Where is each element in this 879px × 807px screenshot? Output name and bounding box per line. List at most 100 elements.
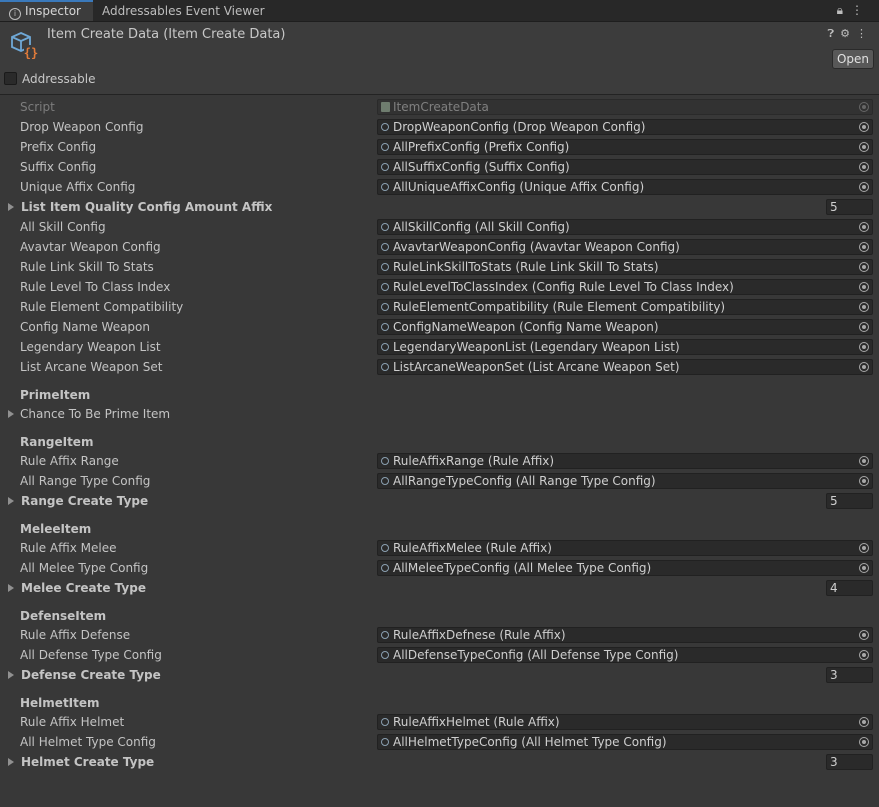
object-field-value: ConfigNameWeapon (Config Name Weapon) <box>393 320 659 334</box>
foldout-arrow-icon[interactable] <box>8 671 14 679</box>
object-field-value: RuleAffixRange (Rule Affix) <box>393 454 555 468</box>
list-size-field[interactable]: 5 <box>826 199 873 215</box>
help-icon[interactable]: ❓︎ <box>828 27 841 40</box>
addressable-label: Addressable <box>22 72 96 86</box>
script-file-icon <box>381 102 390 112</box>
object-field[interactable]: AllPrefixConfig (Prefix Config) <box>377 139 873 155</box>
object-picker-icon[interactable] <box>859 182 869 192</box>
preset-icon[interactable]: ⚙︎ <box>840 27 856 40</box>
section-header: DefenseItem <box>20 609 107 623</box>
property-row[interactable]: Helmet Create Type 3 <box>0 753 879 773</box>
property-row: All Defense Type Config AllDefenseTypeCon… <box>0 646 879 666</box>
tab-inspector[interactable]: i Inspector <box>0 0 93 21</box>
foldout-arrow-icon[interactable] <box>8 410 14 418</box>
object-picker-icon[interactable] <box>859 342 869 352</box>
object-picker-icon[interactable] <box>859 362 869 372</box>
object-field[interactable]: AllMeleeTypeConfig (All Melee Type Confi… <box>377 560 873 576</box>
object-picker-icon[interactable] <box>859 322 869 332</box>
lock-icon[interactable]: 🔒︎ <box>837 3 851 17</box>
object-picker-icon[interactable] <box>859 563 869 573</box>
object-picker-icon[interactable] <box>859 650 869 660</box>
foldout-arrow-icon[interactable] <box>8 758 14 766</box>
foldout-label: Chance To Be Prime Item <box>20 407 171 421</box>
property-row[interactable]: Defense Create Type 3 <box>0 666 879 686</box>
property-row[interactable]: Melee Create Type 4 <box>0 579 879 599</box>
object-field-value: RuleAffixDefnese (Rule Affix) <box>393 628 566 642</box>
object-field[interactable]: AllRangeTypeConfig (All Range Type Confi… <box>377 473 873 489</box>
object-field[interactable]: RuleElementCompatibility (Rule Element C… <box>377 299 873 315</box>
object-field[interactable]: LegendaryWeaponList (Legendary Weapon Li… <box>377 339 873 355</box>
addressable-checkbox[interactable] <box>4 72 17 85</box>
list-size-field[interactable]: 3 <box>826 667 873 683</box>
property-row: PrimeItem <box>0 386 879 406</box>
object-picker-icon[interactable] <box>859 630 869 640</box>
object-field[interactable]: ListArcaneWeaponSet (List Arcane Weapon … <box>377 359 873 375</box>
object-field-value: AllSuffixConfig (Suffix Config) <box>393 160 570 174</box>
object-picker-icon[interactable] <box>859 282 869 292</box>
list-size-field[interactable]: 3 <box>826 754 873 770</box>
object-field: ItemCreateData <box>377 99 873 115</box>
addressable-toggle[interactable]: Addressable <box>4 72 95 86</box>
object-field-value: AllUniqueAffixConfig (Unique Affix Confi… <box>393 180 645 194</box>
foldout-arrow-icon[interactable] <box>8 203 14 211</box>
context-menu-icon[interactable]: ⋮ <box>856 27 873 40</box>
foldout-arrow-icon[interactable] <box>8 497 14 505</box>
foldout-arrow-icon[interactable] <box>8 584 14 592</box>
object-field[interactable]: AllDefenseTypeConfig (All Defense Type C… <box>377 647 873 663</box>
scriptable-object-icon <box>381 738 389 746</box>
property-row[interactable]: Range Create Type 5 <box>0 492 879 512</box>
object-picker-icon[interactable] <box>859 122 869 132</box>
object-picker-icon[interactable] <box>859 222 869 232</box>
object-field[interactable]: RuleLevelToClassIndex (Config Rule Level… <box>377 279 873 295</box>
object-picker-icon[interactable] <box>859 242 869 252</box>
open-button[interactable]: Open <box>832 49 874 69</box>
object-field-value: RuleLinkSkillToStats (Rule Link Skill To… <box>393 260 659 274</box>
property-row[interactable]: List Item Quality Config Amount Affix 5 <box>0 198 879 218</box>
scriptable-object-icon: {} <box>11 32 38 60</box>
tab-addressables-label: Addressables Event Viewer <box>102 4 265 18</box>
list-foldout-label: Defense Create Type <box>21 668 161 682</box>
object-field[interactable]: RuleAffixDefnese (Rule Affix) <box>377 627 873 643</box>
object-field[interactable]: RuleAffixMelee (Rule Affix) <box>377 540 873 556</box>
object-field[interactable]: ConfigNameWeapon (Config Name Weapon) <box>377 319 873 335</box>
property-row: Config Name Weapon ConfigNameWeapon (Conf… <box>0 318 879 338</box>
object-picker-icon[interactable] <box>859 162 869 172</box>
object-field[interactable]: RuleAffixRange (Rule Affix) <box>377 453 873 469</box>
object-field-value: DropWeaponConfig (Drop Weapon Config) <box>393 120 646 134</box>
object-picker-icon[interactable] <box>859 456 869 466</box>
object-picker-icon[interactable] <box>859 476 869 486</box>
object-field[interactable]: AllUniqueAffixConfig (Unique Affix Confi… <box>377 179 873 195</box>
scriptable-object-icon <box>381 477 389 485</box>
object-field-value: RuleAffixMelee (Rule Affix) <box>393 541 552 555</box>
property-row: Prefix Config AllPrefixConfig (Prefix Con… <box>0 138 879 158</box>
object-field-value: ListArcaneWeaponSet (List Arcane Weapon … <box>393 360 680 374</box>
property-label: Suffix Config <box>20 160 97 174</box>
scriptable-object-icon <box>381 163 389 171</box>
property-label: Script <box>20 100 55 114</box>
object-field[interactable]: AvavtarWeaponConfig (Avavtar Weapon Conf… <box>377 239 873 255</box>
list-size-field[interactable]: 4 <box>826 580 873 596</box>
object-field[interactable]: AllSuffixConfig (Suffix Config) <box>377 159 873 175</box>
more-options-icon[interactable]: ⋮ <box>851 3 871 17</box>
object-picker-icon[interactable] <box>859 543 869 553</box>
object-picker-icon[interactable] <box>859 262 869 272</box>
property-row[interactable]: Chance To Be Prime Item <box>0 405 879 425</box>
object-picker-icon[interactable] <box>859 302 869 312</box>
object-field[interactable]: RuleLinkSkillToStats (Rule Link Skill To… <box>377 259 873 275</box>
tab-inspector-label: Inspector <box>25 4 81 18</box>
list-size-field[interactable]: 5 <box>826 493 873 509</box>
object-field[interactable]: AllHelmetTypeConfig (All Helmet Type Con… <box>377 734 873 750</box>
object-picker-icon[interactable] <box>859 717 869 727</box>
scriptable-object-icon <box>381 564 389 572</box>
object-field[interactable]: RuleAffixHelmet (Rule Affix) <box>377 714 873 730</box>
object-field-value: AvavtarWeaponConfig (Avavtar Weapon Conf… <box>393 240 680 254</box>
property-label: Rule Link Skill To Stats <box>20 260 154 274</box>
object-picker-icon[interactable] <box>859 142 869 152</box>
object-field-value: RuleElementCompatibility (Rule Element C… <box>393 300 726 314</box>
object-field[interactable]: DropWeaponConfig (Drop Weapon Config) <box>377 119 873 135</box>
property-label: All Helmet Type Config <box>20 735 156 749</box>
object-picker-icon[interactable] <box>859 737 869 747</box>
object-field[interactable]: AllSkillConfig (All Skill Config) <box>377 219 873 235</box>
section-header: MeleeItem <box>20 522 92 536</box>
tab-addressables-event-viewer[interactable]: Addressables Event Viewer <box>102 0 265 21</box>
